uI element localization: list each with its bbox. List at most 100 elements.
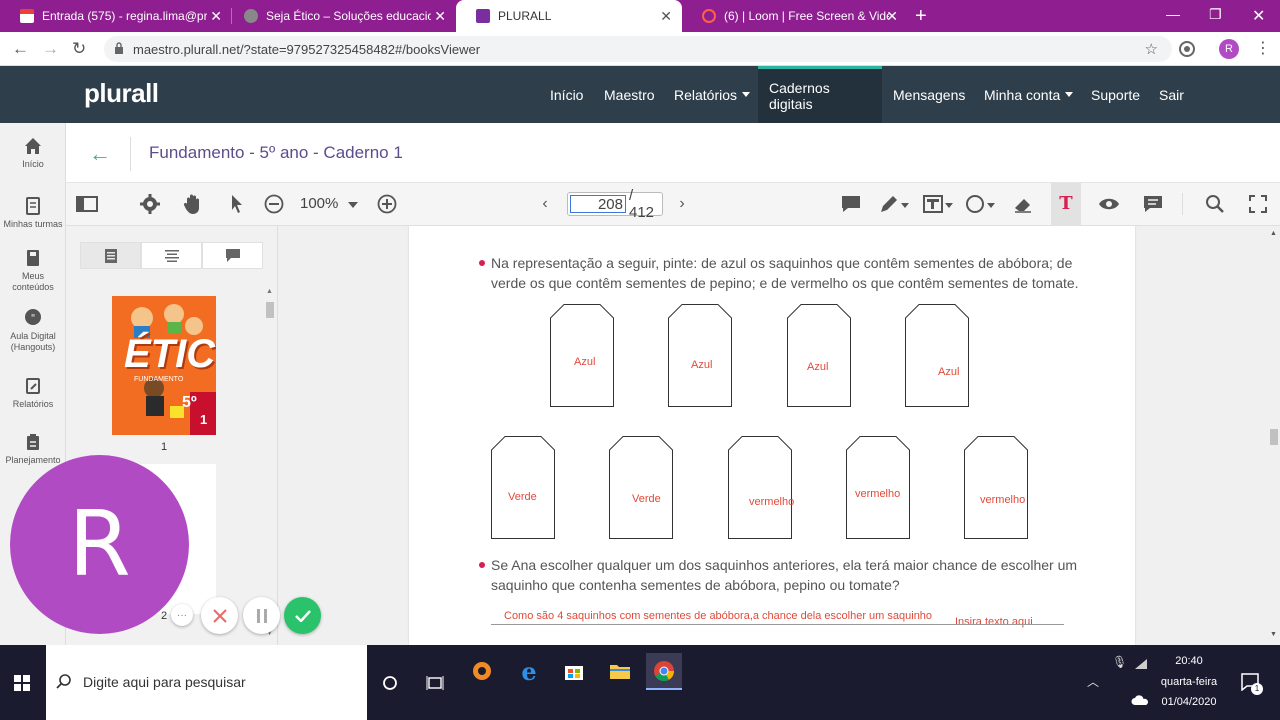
- zoom-level[interactable]: 100%: [300, 195, 338, 212]
- browser-tab-plurall[interactable]: PLURALL ✕: [456, 0, 682, 32]
- gear-icon[interactable]: [139, 193, 161, 215]
- wifi-icon[interactable]: [1134, 658, 1148, 670]
- thumbnail-scrollbar[interactable]: ▲ ▼: [264, 288, 276, 638]
- rail-item-inicio[interactable]: Início: [0, 137, 66, 170]
- loom-more-button[interactable]: ···: [171, 604, 193, 626]
- scrollbar-thumb[interactable]: [266, 302, 274, 318]
- nav-inicio[interactable]: Início: [539, 66, 594, 123]
- taskbar-search-box[interactable]: Digite aqui para pesquisar: [46, 645, 367, 720]
- close-icon[interactable]: ✕: [886, 8, 898, 25]
- window-close-icon[interactable]: ✕: [1252, 6, 1265, 26]
- current-page-input[interactable]: [570, 195, 626, 213]
- taskbar-date[interactable]: 01/04/2020: [1159, 696, 1219, 708]
- scroll-up-arrow-icon[interactable]: ▲: [1270, 230, 1277, 237]
- browser-tab-seja-etico[interactable]: Seja Ético – Soluções educaciona... ✕: [224, 0, 456, 32]
- document-scrollbar[interactable]: ▲ ▼: [1268, 226, 1280, 645]
- close-icon[interactable]: ✕: [660, 8, 672, 25]
- taskbar-time[interactable]: 20:40: [1159, 655, 1219, 667]
- rail-item-planejamento[interactable]: Planejamento: [0, 433, 66, 466]
- restore-icon[interactable]: ❐: [1209, 6, 1222, 23]
- cortana-icon[interactable]: [382, 675, 398, 691]
- eraser-icon[interactable]: [1012, 193, 1034, 215]
- forward-arrow-icon[interactable]: →: [42, 39, 59, 59]
- answer-placeholder-text[interactable]: Insira texto aqui: [955, 616, 1033, 628]
- loom-pause-button[interactable]: [243, 597, 280, 634]
- seed-bag[interactable]: Azul: [668, 304, 732, 407]
- taskbar-weekday[interactable]: quarta-feira: [1159, 676, 1219, 688]
- sidebar-toggle-icon[interactable]: [76, 193, 98, 215]
- tab-annotations[interactable]: [202, 242, 263, 269]
- rail-item-aula-digital[interactable]: " Aula Digital (Hangouts): [0, 309, 66, 353]
- taskbar-app-store[interactable]: [556, 653, 592, 689]
- seed-bag[interactable]: vermelho: [846, 436, 910, 539]
- loom-finish-button[interactable]: [284, 597, 321, 634]
- nav-maestro[interactable]: Maestro: [593, 66, 666, 123]
- seed-bag[interactable]: Verde: [491, 436, 555, 539]
- loom-camera-bubble[interactable]: R: [10, 455, 189, 634]
- scroll-down-arrow-icon[interactable]: ▼: [1270, 631, 1277, 638]
- back-arrow-icon[interactable]: ←: [89, 141, 111, 167]
- bookmark-star-icon[interactable]: ☆: [1145, 40, 1158, 58]
- nav-relatorios[interactable]: Relatórios: [663, 66, 761, 123]
- zoom-dropdown-caret-icon[interactable]: [348, 202, 358, 208]
- minimize-icon[interactable]: —: [1166, 6, 1180, 22]
- tab-thumbnails[interactable]: [80, 242, 141, 269]
- close-icon[interactable]: ✕: [434, 8, 446, 25]
- nav-minha-conta[interactable]: Minha conta: [973, 66, 1084, 123]
- browser-tab-loom[interactable]: (6) | Loom | Free Screen & Video... ✕: [682, 0, 908, 32]
- zoom-out-icon[interactable]: [263, 193, 285, 215]
- extension-icon[interactable]: [1178, 40, 1196, 58]
- seed-bag[interactable]: Azul: [905, 304, 969, 407]
- new-tab-button[interactable]: +: [915, 5, 927, 28]
- search-icon[interactable]: [1204, 193, 1226, 215]
- caret-down-icon[interactable]: [945, 203, 953, 208]
- caret-down-icon[interactable]: [987, 203, 995, 208]
- eye-icon[interactable]: [1098, 193, 1120, 215]
- browser-tab-gmail[interactable]: Entrada (575) - regina.lima@pro... ✕: [0, 0, 232, 32]
- plurall-logo[interactable]: plurall: [84, 78, 159, 109]
- next-page-icon[interactable]: ›: [671, 193, 693, 215]
- thumbnail-page-1[interactable]: ÉTICO FUNDAMENTO 5º 1: [112, 296, 216, 435]
- scrollbar-thumb[interactable]: [1270, 429, 1278, 445]
- fullscreen-icon[interactable]: [1247, 193, 1269, 215]
- seed-bag[interactable]: vermelho: [728, 436, 794, 539]
- chevron-up-icon[interactable]: ︿: [1087, 673, 1099, 690]
- rail-item-relatorios[interactable]: Relatórios: [0, 377, 66, 410]
- nav-mensagens[interactable]: Mensagens: [882, 66, 976, 123]
- onedrive-cloud-icon[interactable]: [1131, 695, 1149, 706]
- taskbar-app-chrome[interactable]: [646, 653, 682, 690]
- notes-list-icon[interactable]: [1142, 193, 1164, 215]
- url-field[interactable]: maestro.plurall.net/?state=9795273254584…: [104, 36, 1172, 62]
- taskbar-app-settings[interactable]: [464, 653, 500, 689]
- seed-bag[interactable]: Azul: [787, 304, 851, 407]
- seed-bag[interactable]: vermelho: [964, 436, 1028, 539]
- back-arrow-icon[interactable]: ←: [12, 39, 29, 59]
- rail-item-minhas-turmas[interactable]: Minhas turmas: [0, 197, 66, 230]
- nav-sair[interactable]: Sair: [1148, 66, 1195, 123]
- nav-suporte[interactable]: Suporte: [1080, 66, 1151, 123]
- menu-kebab-icon[interactable]: ⋮: [1255, 38, 1271, 58]
- answer-text[interactable]: Como são 4 saquinhos com sementes de abó…: [504, 610, 932, 622]
- comment-icon[interactable]: [840, 193, 862, 215]
- seed-bag[interactable]: Verde: [609, 436, 673, 539]
- task-view-icon[interactable]: [426, 675, 444, 691]
- seed-bag[interactable]: Azul: [550, 304, 614, 407]
- reload-icon[interactable]: ↻: [72, 39, 86, 59]
- hand-pan-icon[interactable]: [182, 193, 204, 215]
- caret-down-icon[interactable]: [901, 203, 909, 208]
- tab-outline[interactable]: [141, 242, 202, 269]
- pointer-arrow-icon[interactable]: [226, 193, 248, 215]
- text-box-icon[interactable]: [922, 193, 944, 215]
- taskbar-app-explorer[interactable]: [602, 653, 638, 689]
- close-icon[interactable]: ✕: [210, 8, 222, 25]
- pen-draw-icon[interactable]: [878, 193, 900, 215]
- scroll-up-arrow-icon[interactable]: ▲: [266, 288, 273, 295]
- windows-start-icon[interactable]: [14, 675, 30, 691]
- text-tool-icon[interactable]: T: [1055, 193, 1077, 215]
- microphone-icon[interactable]: 🎙︎: [1112, 655, 1127, 669]
- shape-circle-icon[interactable]: [964, 193, 986, 215]
- taskbar-app-edge[interactable]: e: [511, 653, 547, 689]
- profile-avatar[interactable]: R: [1219, 39, 1239, 59]
- nav-cadernos-digitais[interactable]: Cadernos digitais: [758, 66, 882, 123]
- rail-item-meus-conteudos[interactable]: Meus conteúdos: [0, 249, 66, 293]
